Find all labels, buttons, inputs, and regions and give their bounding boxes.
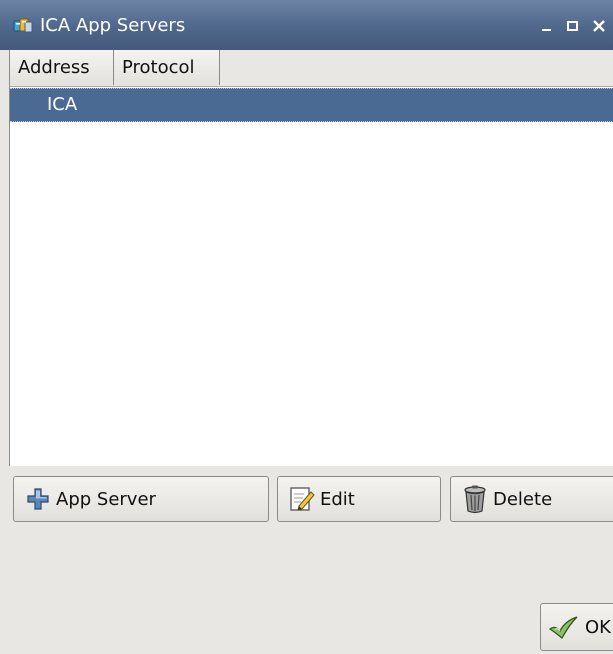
maximize-button[interactable] bbox=[563, 15, 583, 37]
close-icon bbox=[593, 20, 605, 32]
maximize-icon bbox=[567, 21, 578, 31]
edit-button[interactable]: Edit bbox=[277, 476, 441, 522]
ica-app-servers-window: ICA App Servers Address Protocol ICA App… bbox=[0, 0, 613, 654]
minimize-icon bbox=[542, 29, 551, 31]
window-title: ICA App Servers bbox=[40, 15, 186, 36]
trash-can-icon bbox=[461, 484, 489, 514]
title-bar[interactable]: ICA App Servers bbox=[0, 0, 613, 50]
header-filler bbox=[220, 50, 613, 85]
notepad-pencil-icon bbox=[288, 484, 316, 514]
delete-button[interactable]: Delete bbox=[450, 476, 613, 522]
column-header-protocol[interactable]: Protocol bbox=[114, 50, 220, 85]
checkmark-icon bbox=[547, 612, 581, 642]
delete-label: Delete bbox=[493, 488, 553, 510]
row-protocol-cell: ICA bbox=[47, 94, 78, 115]
minimize-button[interactable] bbox=[537, 15, 557, 37]
ok-button[interactable]: OK bbox=[540, 603, 613, 651]
plus-icon bbox=[24, 484, 52, 514]
server-list[interactable]: Address Protocol ICA bbox=[9, 50, 613, 466]
table-row[interactable]: ICA bbox=[10, 88, 613, 122]
ok-label: OK bbox=[585, 616, 611, 638]
edit-label: Edit bbox=[320, 488, 355, 510]
column-header-address[interactable]: Address bbox=[10, 50, 114, 85]
add-app-server-label: App Server bbox=[56, 488, 156, 510]
list-header: Address Protocol bbox=[10, 50, 613, 87]
add-app-server-button[interactable]: App Server bbox=[13, 476, 269, 522]
servers-app-icon bbox=[13, 18, 33, 34]
close-button[interactable] bbox=[589, 15, 609, 37]
